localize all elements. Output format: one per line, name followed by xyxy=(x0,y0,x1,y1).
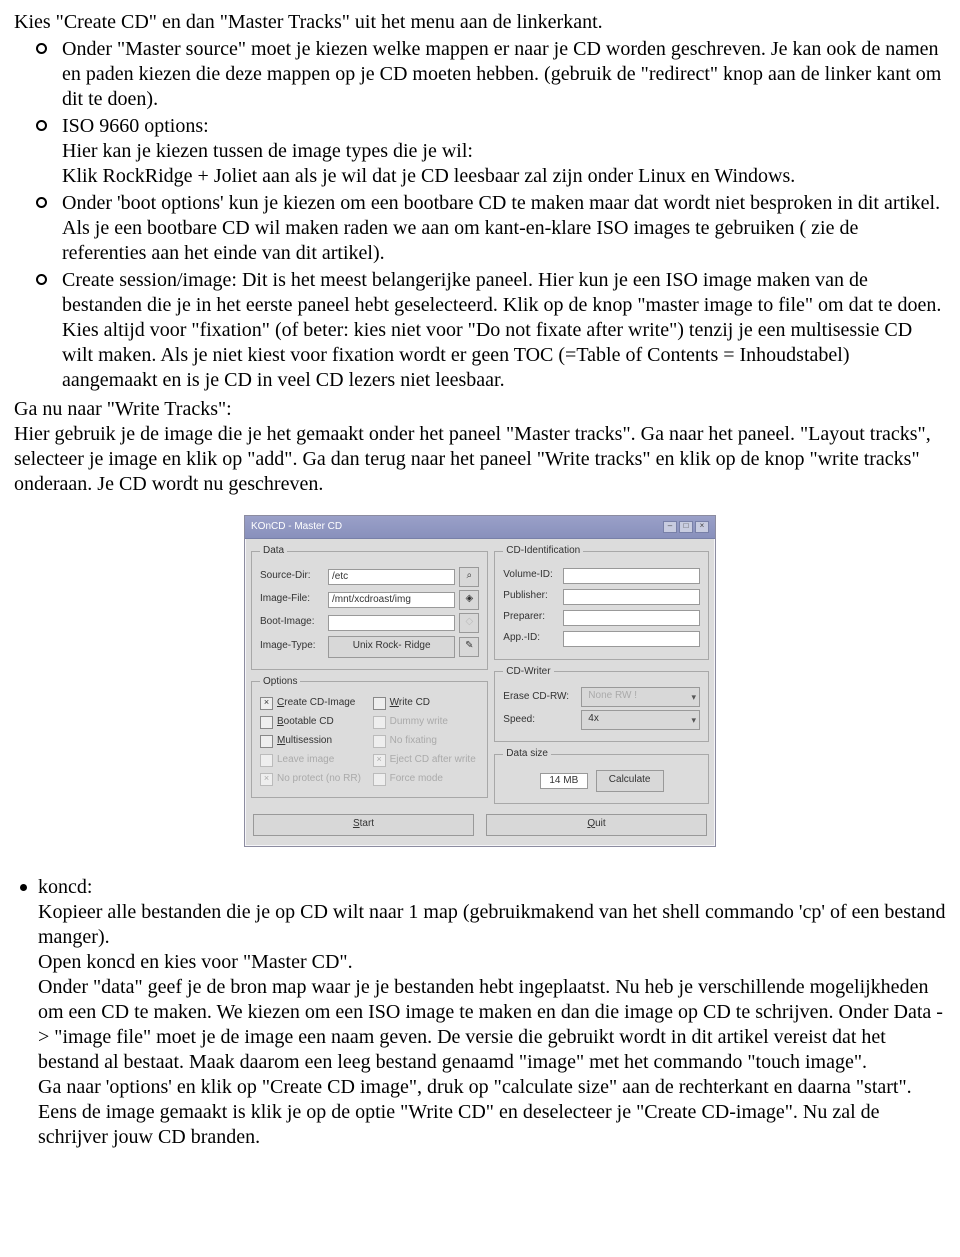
group-cd-writer: CD-Writer Erase CD-RW: None RW ! Speed: … xyxy=(494,666,709,743)
check-no-protect: ×No protect (no RR) xyxy=(260,773,367,786)
input-image-file[interactable]: /mnt/xcdroast/img xyxy=(328,592,455,608)
input-boot-image[interactable] xyxy=(328,615,455,631)
input-preparer[interactable] xyxy=(563,610,700,626)
group-datasize-legend: Data size xyxy=(503,748,551,761)
combo-erase-cdrw[interactable]: None RW ! xyxy=(581,687,700,707)
koncd-section: koncd: Kopieer alle bestanden die je op … xyxy=(14,875,946,1150)
check-write-cd[interactable]: Write CD xyxy=(373,697,480,710)
group-data-legend: Data xyxy=(260,545,287,558)
browse-image-file-icon[interactable]: ◈ xyxy=(459,590,479,610)
group-cdident-legend: CD-Identification xyxy=(503,545,583,558)
bullet-create-session: Create session/image: Dit is het meest b… xyxy=(62,268,946,393)
sub-bullets: Onder "Master source" moet je kiezen wel… xyxy=(14,37,946,393)
dialog-title: KOnCD - Master CD xyxy=(251,521,342,534)
group-data: Data Source-Dir: /etc ⌕ Image-File: /mnt… xyxy=(251,545,488,670)
combo-speed[interactable]: 4x xyxy=(581,710,700,730)
group-options: Options ×Create CD-Image Write CD Bootab… xyxy=(251,676,488,799)
input-volume-id[interactable] xyxy=(563,568,700,584)
intro-line: Kies "Create CD" en dan "Master Tracks" … xyxy=(14,10,946,35)
button-calculate[interactable]: Calculate xyxy=(596,770,664,792)
label-publisher: Publisher: xyxy=(503,590,559,603)
bullet-iso9660: ISO 9660 options: Hier kan je kiezen tus… xyxy=(62,114,946,189)
check-multisession[interactable]: Multisession xyxy=(260,735,367,748)
button-image-type[interactable]: Unix Rock- Ridge xyxy=(328,636,455,658)
minimize-icon[interactable]: – xyxy=(663,521,677,533)
label-erase-cdrw: Erase CD-RW: xyxy=(503,691,577,704)
check-create-cd-image[interactable]: ×Create CD-Image xyxy=(260,697,367,710)
label-volume-id: Volume-ID: xyxy=(503,569,559,582)
koncd-heading: koncd: xyxy=(38,875,946,900)
button-quit[interactable]: Quit xyxy=(486,814,707,836)
edit-image-type-icon[interactable]: ✎ xyxy=(459,637,479,657)
dialog-titlebar[interactable]: KOnCD - Master CD – □ × xyxy=(245,516,715,539)
close-icon[interactable]: × xyxy=(695,521,709,533)
write-tracks-paragraph: Ga nu naar "Write Tracks": Hier gebruik … xyxy=(14,397,946,497)
label-image-type: Image-Type: xyxy=(260,640,324,653)
browse-source-dir-icon[interactable]: ⌕ xyxy=(459,567,479,587)
browse-boot-image-icon[interactable]: ◇ xyxy=(459,613,479,633)
input-publisher[interactable] xyxy=(563,589,700,605)
group-data-size: Data size 14 MB Calculate xyxy=(494,748,709,804)
label-preparer: Preparer: xyxy=(503,611,559,624)
bullet-boot-options: Onder 'boot options' kun je kiezen om ee… xyxy=(62,191,946,266)
label-app-id: App.-ID: xyxy=(503,632,559,645)
maximize-icon[interactable]: □ xyxy=(679,521,693,533)
group-options-legend: Options xyxy=(260,676,300,689)
check-leave-image: Leave image xyxy=(260,754,367,767)
input-source-dir[interactable]: /etc xyxy=(328,569,455,585)
button-start[interactable]: Start xyxy=(253,814,474,836)
group-cdwriter-legend: CD-Writer xyxy=(503,666,553,679)
label-speed: Speed: xyxy=(503,714,577,727)
label-source-dir: Source-Dir: xyxy=(260,570,324,583)
label-image-file: Image-File: xyxy=(260,593,324,606)
koncd-body: Kopieer alle bestanden die je op CD wilt… xyxy=(38,900,946,1150)
group-cd-identification: CD-Identification Volume-ID: Publisher: … xyxy=(494,545,709,660)
value-data-size: 14 MB xyxy=(540,773,588,789)
koncd-master-cd-dialog: KOnCD - Master CD – □ × Data Source-Dir:… xyxy=(244,515,716,847)
bullet-master-source: Onder "Master source" moet je kiezen wel… xyxy=(62,37,946,112)
check-eject-cd: ×Eject CD after write xyxy=(373,754,480,767)
check-dummy-write: Dummy write xyxy=(373,716,480,729)
check-force-mode: Force mode xyxy=(373,773,480,786)
check-bootable-cd[interactable]: Bootable CD xyxy=(260,716,367,729)
check-no-fixating: No fixating xyxy=(373,735,480,748)
input-app-id[interactable] xyxy=(563,631,700,647)
label-boot-image: Boot-Image: xyxy=(260,616,324,629)
